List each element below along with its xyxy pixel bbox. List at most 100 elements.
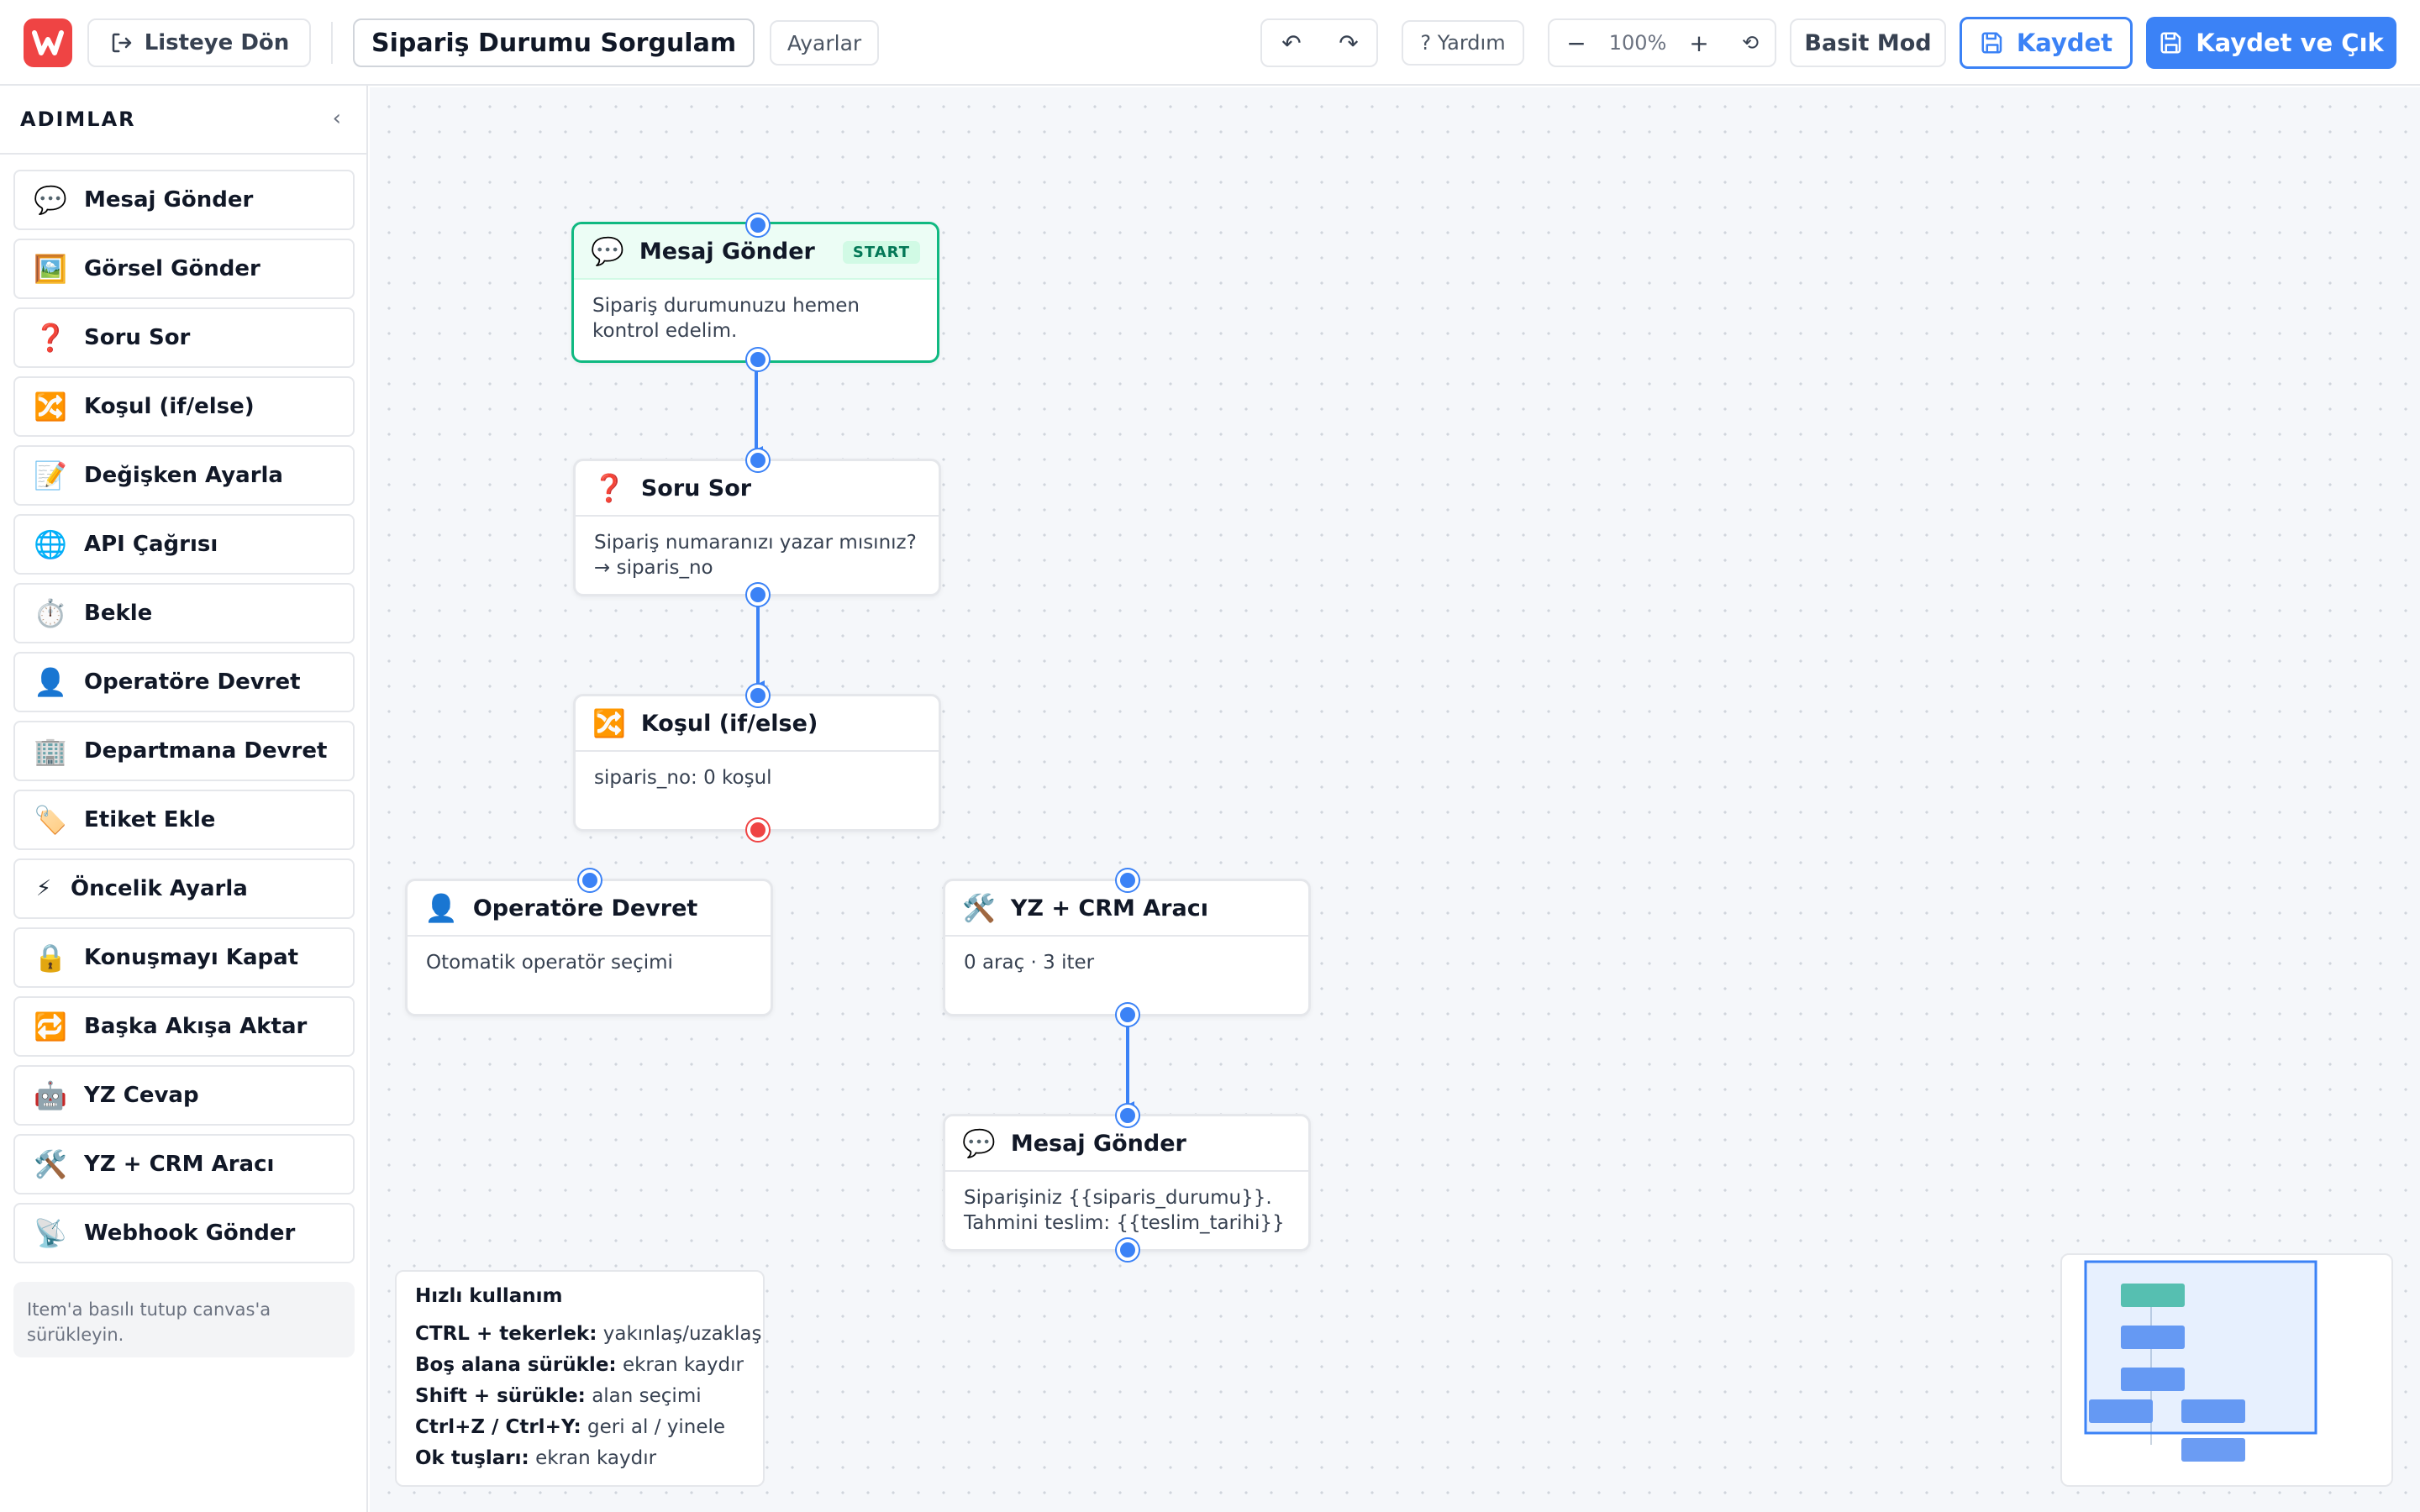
flow-node-condition[interactable]: 🔀 Koşul (if/else) siparis_no: 0 koşul (573, 694, 941, 832)
collapse-sidebar-button[interactable]: ‹ (333, 106, 341, 131)
node-input-handle[interactable] (747, 449, 769, 471)
shortcut-desc: geri al / yinele (587, 1416, 726, 1438)
question-icon: ❓ (592, 472, 626, 504)
node-body: Sipariş numaranızı yazar mısınız? → sipa… (576, 517, 939, 594)
node-body-line: Tahmini teslim: {{teslim_tarihi}} (964, 1212, 1285, 1234)
redo-button[interactable]: ↷ (1321, 29, 1376, 57)
settings-button[interactable]: Ayarlar (770, 20, 879, 66)
shortcut-key: Ok tuşları: (415, 1447, 529, 1469)
node-title: Koşul (if/else) (640, 710, 818, 737)
palette-item-label: Koşul (if/else) (84, 394, 255, 419)
node-title: Mesaj Gönder (1010, 1130, 1186, 1157)
shortcut-key: Boş alana sürükle: (415, 1354, 617, 1376)
tag-icon: 🏷️ (34, 804, 67, 836)
save-and-exit-button[interactable]: Kaydet ve Çık (2146, 17, 2396, 69)
logo-icon (32, 30, 64, 55)
quick-help-row: CTRL + tekerlek: yakınlaş/uzaklaş (415, 1319, 761, 1350)
node-input-handle[interactable] (1117, 1105, 1139, 1126)
history-group: ↶ ↷ (1260, 18, 1378, 67)
palette-item-label: YZ + CRM Aracı (84, 1152, 275, 1177)
palette-item-label: Başka Akışa Aktar (84, 1014, 308, 1039)
divider (331, 22, 333, 64)
flow-name-input[interactable] (353, 18, 755, 67)
node-title: YZ + CRM Aracı (1010, 895, 1208, 921)
zoom-in-button[interactable]: + (1672, 29, 1726, 57)
person-icon: 👤 (34, 666, 67, 698)
node-body: 0 araç · 3 iter (964, 952, 1095, 974)
node-output-handle[interactable] (1117, 1004, 1139, 1026)
satellite-icon: 📡 (34, 1217, 67, 1249)
palette-item-label: Etiket Ekle (84, 807, 216, 832)
chat-bubble-icon: 💬 (962, 1127, 996, 1159)
palette-item-set-variable[interactable]: 📝 Değişken Ayarla (13, 445, 355, 506)
flow-node-send-message-final[interactable]: 💬 Mesaj Gönder Siparişiniz {{siparis_dur… (943, 1114, 1311, 1252)
reset-view-button[interactable]: ⟲ (1726, 31, 1775, 55)
node-body: Sipariş durumunuzu hemen kontrol edelim. (592, 295, 860, 342)
node-input-handle[interactable] (579, 869, 601, 891)
shortcut-key: Ctrl+Z / Ctrl+Y: (415, 1416, 581, 1438)
chat-bubble-icon: 💬 (591, 235, 624, 267)
palette-item-send-message[interactable]: 💬 Mesaj Gönder (13, 170, 355, 230)
save-button[interactable]: Kaydet (1960, 17, 2133, 69)
undo-button[interactable]: ↶ (1262, 29, 1321, 57)
quick-help-row: Ok tuşları: ekran kaydır (415, 1443, 744, 1474)
zoom-level: 100% (1608, 31, 1667, 55)
flow-node-ai-crm-tool[interactable]: 🛠️ YZ + CRM Aracı 0 araç · 3 iter (943, 879, 1311, 1016)
palette-item-send-image[interactable]: 🖼️ Görsel Gönder (13, 239, 355, 299)
palette-item-handoff-department[interactable]: 🏢 Departmana Devret (13, 721, 355, 781)
app-logo[interactable] (24, 18, 72, 67)
palette-item-set-priority[interactable]: ⚡ Öncelik Ayarla (13, 858, 355, 919)
node-output-handle[interactable] (1117, 1239, 1139, 1261)
node-input-handle[interactable] (747, 685, 769, 706)
palette-item-transfer-flow[interactable]: 🔁 Başka Akışa Aktar (13, 996, 355, 1057)
node-input-handle[interactable] (747, 214, 769, 236)
shuffle-icon: 🔀 (592, 707, 626, 739)
quick-help-row: Boş alana sürükle: ekran kaydır (415, 1350, 744, 1381)
repeat-icon: 🔁 (34, 1011, 67, 1042)
person-icon: 👤 (424, 892, 458, 924)
palette-item-add-tag[interactable]: 🏷️ Etiket Ekle (13, 790, 355, 850)
flow-node-handoff-operator[interactable]: 👤 Operatöre Devret Otomatik operatör seç… (405, 879, 773, 1016)
node-title: Mesaj Gönder (639, 238, 815, 265)
palette-item-label: Değişken Ayarla (84, 463, 283, 488)
globe-icon: 🌐 (34, 528, 67, 560)
palette-item-close-conversation[interactable]: 🔒 Konuşmayı Kapat (13, 927, 355, 988)
palette-item-api-call[interactable]: 🌐 API Çağrısı (13, 514, 355, 575)
palette-item-label: API Çağrısı (84, 532, 218, 557)
simple-mode-label: Basit Mod (1804, 29, 1932, 56)
palette-item-label: YZ Cevap (84, 1083, 199, 1108)
node-output-handle[interactable] (747, 584, 769, 606)
minimap[interactable] (2060, 1253, 2393, 1487)
simple-mode-button[interactable]: Basit Mod (1790, 18, 1946, 67)
node-output-handle[interactable] (747, 349, 769, 370)
save-and-exit-label: Kaydet ve Çık (2196, 29, 2384, 57)
shortcut-key: Shift + sürükle: (415, 1385, 586, 1407)
palette-item-ai-crm-tool[interactable]: 🛠️ YZ + CRM Aracı (13, 1134, 355, 1194)
shortcut-desc: ekran kaydır (622, 1354, 744, 1376)
zoom-out-button[interactable]: − (1549, 29, 1603, 57)
shortcut-desc: ekran kaydır (535, 1447, 657, 1469)
palette-item-ai-reply[interactable]: 🤖 YZ Cevap (13, 1065, 355, 1126)
node-input-handle[interactable] (1117, 869, 1139, 891)
node-body-line: Sipariş numaranızı yazar mısınız? (594, 532, 917, 554)
node-title: Operatöre Devret (472, 895, 698, 921)
flow-node-send-message-start[interactable]: 💬 Mesaj Gönder START Sipariş durumunuzu … (571, 222, 939, 363)
save-label: Kaydet (2016, 29, 2113, 57)
palette-item-label: Webhook Gönder (84, 1221, 296, 1246)
palette-item-wait[interactable]: ⏱️ Bekle (13, 583, 355, 643)
robot-icon: 🤖 (34, 1079, 67, 1111)
building-icon: 🏢 (34, 735, 67, 767)
palette-item-condition[interactable]: 🔀 Koşul (if/else) (13, 376, 355, 437)
sidebar-title: ADIMLAR (20, 108, 136, 131)
help-button[interactable]: ? Yardım (1402, 20, 1524, 66)
palette-item-ask-question[interactable]: ❓ Soru Sor (13, 307, 355, 368)
minimap-viewport[interactable] (2084, 1260, 2317, 1435)
palette-item-label: Bekle (84, 601, 153, 626)
palette-item-webhook[interactable]: 📡 Webhook Gönder (13, 1203, 355, 1263)
exit-arrow-icon (112, 33, 131, 53)
palette-item-handoff-operator[interactable]: 👤 Operatöre Devret (13, 652, 355, 712)
shuffle-icon: 🔀 (34, 391, 67, 423)
node-false-output-handle[interactable] (747, 819, 769, 841)
flow-node-ask-question[interactable]: ❓ Soru Sor Sipariş numaranızı yazar mısı… (573, 459, 941, 596)
back-to-list-button[interactable]: Listeye Dön (87, 18, 311, 67)
